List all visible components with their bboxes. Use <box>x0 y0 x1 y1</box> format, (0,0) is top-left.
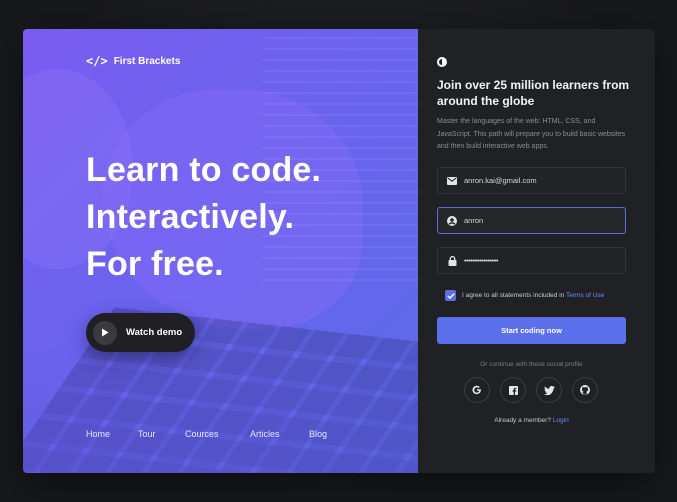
mail-icon <box>447 176 457 186</box>
brand-logo[interactable]: </> First Brackets <box>86 54 180 68</box>
password-input[interactable]: •••••••••••••••• <box>464 256 499 265</box>
username-field[interactable] <box>437 207 626 234</box>
watch-demo-label: Watch demo <box>126 327 183 338</box>
facebook-icon[interactable] <box>500 377 526 403</box>
user-icon <box>447 215 457 226</box>
play-icon <box>93 320 117 345</box>
github-icon[interactable] <box>572 377 598 403</box>
twitter-icon[interactable] <box>536 377 562 403</box>
nav-item-blog[interactable]: Blog <box>309 429 327 439</box>
hero-line: Interactively. <box>86 198 295 236</box>
nav-item-courses[interactable]: Cources <box>185 429 250 439</box>
email-field[interactable] <box>437 167 626 194</box>
hero-fade <box>23 333 418 473</box>
password-field[interactable]: •••••••••••••••• <box>437 247 626 274</box>
terms-label: I agree to all statements included in <box>462 292 565 299</box>
terms-text: I agree to all statements included in Te… <box>462 292 604 299</box>
form-panel: Join over 25 million learners from aroun… <box>418 29 655 473</box>
social-buttons <box>464 377 598 403</box>
nav-item-articles[interactable]: Articles <box>250 429 309 439</box>
hero-line: Learn to code. <box>86 151 322 189</box>
form-description: Master the languages of the web: HTML, C… <box>437 118 626 150</box>
google-icon[interactable] <box>464 377 490 403</box>
social-divider-text: Or continue with these social profile <box>480 361 583 368</box>
login-link[interactable]: Login <box>553 417 569 424</box>
app-logo-icon <box>437 57 447 67</box>
terms-agreement: I agree to all statements included in Te… <box>445 290 604 301</box>
lock-icon <box>447 255 457 266</box>
terms-of-use-link[interactable]: Terms of Use <box>566 292 604 299</box>
start-coding-button[interactable]: Start coding now <box>437 317 626 344</box>
hero-headline: Learn to code. Interactively. For free. <box>86 147 321 288</box>
signup-card: </> First Brackets Learn to code. Intera… <box>23 29 655 473</box>
code-brackets-icon: </> <box>86 54 108 68</box>
email-input[interactable] <box>464 176 614 185</box>
footer-nav: Home Tour Cources Articles Blog <box>86 429 327 439</box>
hero-line: For free. <box>86 245 224 283</box>
hero-panel: </> First Brackets Learn to code. Intera… <box>23 29 418 473</box>
terms-checkbox[interactable] <box>445 290 456 301</box>
member-text: Already a member? <box>494 417 551 424</box>
nav-item-tour[interactable]: Tour <box>138 429 185 439</box>
username-input[interactable] <box>464 216 614 225</box>
watch-demo-button[interactable]: Watch demo <box>86 313 195 352</box>
form-title: Join over 25 million learners from aroun… <box>437 78 630 108</box>
login-prompt: Already a member? Login <box>437 417 626 424</box>
nav-item-home[interactable]: Home <box>86 429 138 439</box>
brand-name: First Brackets <box>113 55 181 67</box>
